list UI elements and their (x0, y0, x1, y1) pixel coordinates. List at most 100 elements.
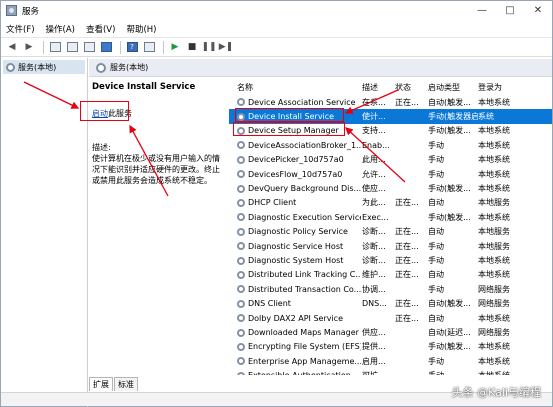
service-row[interactable]: DevicesFlow_10d757a0 允许... 手动 本地系统 (229, 167, 552, 181)
service-startup-type: 手动 (428, 282, 478, 296)
column-description[interactable]: 描述 (362, 80, 392, 95)
service-row[interactable]: Distributed Link Tracking C... 维护... 正在...… (229, 268, 552, 282)
gear-icon (237, 342, 245, 351)
forward-arrow-icon[interactable]: ▶ (22, 40, 36, 54)
services-app-icon (6, 5, 17, 16)
service-startup-type: 自动 (428, 311, 478, 325)
service-log-on-as: 本地系统 (478, 153, 552, 167)
service-startup-type-text: 手动(触发... (428, 126, 471, 136)
service-row[interactable]: Diagnostic Service Host 诊断... 正在... 手动 本地服务 (229, 239, 552, 253)
service-description: 可扩... (362, 369, 392, 375)
service-log-on-as: 本地服务 (478, 225, 552, 239)
menu-help[interactable]: 帮助(H) (126, 23, 156, 35)
service-row[interactable]: Extensible Authentication ...可扩... 手动 本地系统 (229, 369, 552, 375)
service-row[interactable]: DevQuery Background Dis... 使应... 手动(触发... 本… (229, 181, 552, 195)
gear-icon (237, 141, 245, 150)
help-icon[interactable]: ? (125, 40, 139, 54)
service-description: 诊断... (362, 239, 392, 253)
service-row[interactable]: Diagnostic Execution Service Exec... 手动(触发… (229, 210, 552, 224)
close-icon[interactable]: ✕ (524, 1, 552, 20)
service-row[interactable]: DNS Client DNS... 正在... 自动(触发... 网络服务 (229, 297, 552, 311)
service-status (395, 282, 425, 296)
gear-icon (237, 371, 245, 375)
service-status: 正在... (395, 225, 425, 239)
service-row[interactable]: Distributed Transaction Co... 协调... 手动 网络服务 (229, 282, 552, 296)
export-list-icon[interactable] (99, 40, 113, 54)
service-status (395, 109, 425, 123)
column-log-on-as[interactable]: 登录为 (478, 80, 552, 95)
service-startup-type-text: 手动 (428, 370, 444, 375)
service-startup-type-text: 手动(触发... (428, 184, 471, 194)
service-description: 协调... (362, 282, 392, 296)
service-log-on-as-text: 本地系统 (478, 184, 510, 194)
service-status: 正在... (395, 297, 425, 311)
tab-standard[interactable]: 标准 (114, 377, 138, 391)
column-startup-type[interactable]: 启动类型 (428, 80, 478, 95)
service-row[interactable]: Encrypting File System (EFS) 提供... 手动(触发..… (229, 340, 552, 354)
service-log-on-as: 本地系统 (478, 124, 552, 138)
service-row[interactable]: DeviceAssociationBroker_1... Enab... 手动 本地系… (229, 138, 552, 152)
service-startup-type-text: 手动 (428, 356, 444, 366)
column-name[interactable]: 名称 (237, 80, 361, 95)
gear-icon (237, 227, 245, 236)
service-row[interactable]: DevicePicker_10d757a0 此用... 手动 本地系统 (229, 153, 552, 167)
properties-icon[interactable] (65, 40, 79, 54)
service-description-text: 诊断... (362, 241, 386, 251)
stop-service-icon[interactable]: ■ (185, 40, 199, 54)
service-name-text: Diagnostic Policy Service (248, 227, 348, 237)
tab-extended[interactable]: 扩展 (89, 377, 113, 391)
window-title: 服务 (22, 6, 40, 17)
service-status (395, 325, 425, 339)
service-name: Distributed Transaction Co... (237, 282, 361, 296)
tree-item-label: 服务(本地) (18, 62, 57, 72)
restart-service-icon[interactable]: ▶❚ (219, 40, 233, 54)
service-log-on-as-text: 本地服务 (478, 227, 510, 237)
service-log-on-as-text: 本地系统 (478, 356, 510, 366)
service-startup-type: 手动 (428, 369, 478, 375)
service-row[interactable]: Enterprise App Manageme... 启用... 手动 本地系统 (229, 354, 552, 368)
service-startup-type-text: 手动(触发器启动) (428, 112, 478, 122)
service-row[interactable]: Dolby DAX2 API Service 正在... 自动 本地系统 (229, 311, 552, 325)
service-startup-type: 自动(延迟... (428, 325, 478, 339)
refresh-icon[interactable] (82, 40, 96, 54)
minimize-icon[interactable]: — (468, 1, 496, 20)
menu-bar: 文件(F) 操作(A) 查看(V) 帮助(H) (1, 21, 552, 37)
service-startup-type: 自动(触发... (428, 297, 478, 311)
tree-item-services-local[interactable]: 服务(本地) (3, 60, 85, 74)
menu-file[interactable]: 文件(F) (6, 23, 35, 35)
service-startup-type: 自动(触发... (428, 95, 478, 109)
service-row[interactable]: DHCP Client 为此... 正在... 自动 本地服务 (229, 196, 552, 210)
console-tree-icon[interactable] (48, 40, 62, 54)
service-log-on-as-text: 网络服务 (478, 299, 510, 309)
service-log-on-as: 本地服务 (478, 239, 552, 253)
service-description-text: 支持... (362, 126, 386, 136)
column-status[interactable]: 状态 (395, 80, 425, 95)
list-header: 名称 描述 状态 启动类型 登录为 (229, 80, 552, 95)
start-service-icon[interactable]: ▶ (168, 40, 182, 54)
service-name-text: DNS Client (248, 299, 291, 309)
service-row[interactable]: Diagnostic System Host 诊断... 正在... 手动 本地系统 (229, 253, 552, 267)
service-startup-type-text: 自动 (428, 227, 444, 237)
pause-service-icon[interactable]: ❚❚ (201, 40, 216, 54)
service-row[interactable]: Downloaded Maps Manager 供应... 自动(延迟... 网络服务 (229, 325, 552, 339)
selected-service-title: Device Install Service (92, 82, 196, 92)
service-startup-type: 手动 (428, 138, 478, 152)
description-pane: Device Install Service 启动 此服务 描述: 使计算机在极… (89, 78, 229, 375)
gear-icon (237, 256, 245, 265)
service-name-text: DevicePicker_10d757a0 (248, 155, 344, 165)
service-description: 诊断... (362, 253, 392, 267)
service-row[interactable]: Diagnostic Policy Service 诊断... 正在... 自动 本地服… (229, 225, 552, 239)
service-log-on-as-text: 本地系统 (478, 97, 510, 107)
service-startup-type-text: 自动 (428, 198, 444, 208)
menu-action[interactable]: 操作(A) (46, 23, 75, 35)
back-arrow-icon[interactable]: ◀ (5, 40, 19, 54)
gear-icon (237, 314, 245, 323)
service-log-on-as-text: 本地系统 (478, 270, 510, 280)
service-startup-type-text: 手动 (428, 140, 444, 150)
menu-view[interactable]: 查看(V) (86, 23, 115, 35)
show-hide-icon[interactable] (142, 40, 156, 54)
maximize-icon[interactable]: □ (496, 1, 524, 20)
service-name: DeviceAssociationBroker_1... (237, 138, 361, 152)
service-description: 使计... (362, 109, 392, 123)
title-bar: 服务 — □ ✕ (1, 1, 552, 20)
